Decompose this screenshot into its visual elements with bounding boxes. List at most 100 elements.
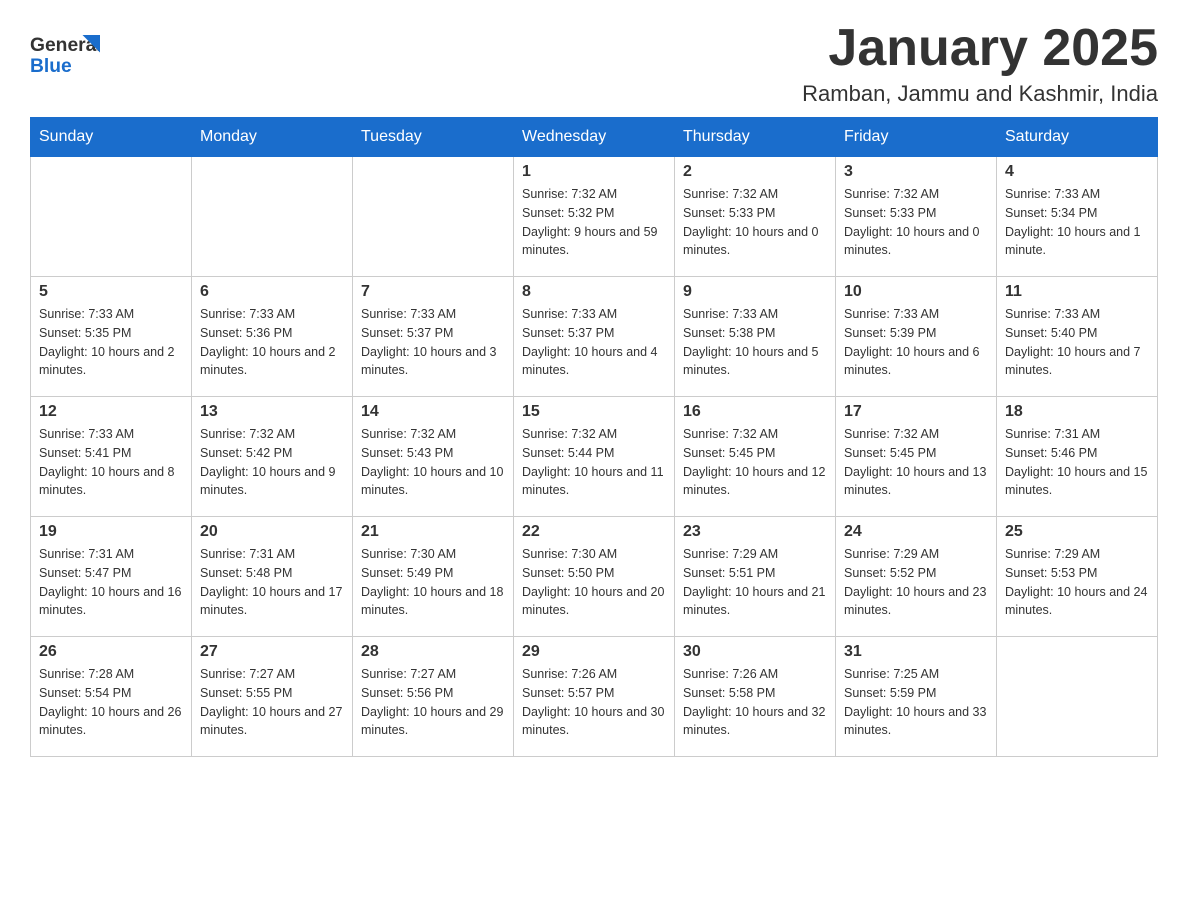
day-number: 1 xyxy=(522,163,666,181)
day-number: 23 xyxy=(683,523,827,541)
day-number: 22 xyxy=(522,523,666,541)
day-info: Sunrise: 7:33 AM Sunset: 5:38 PM Dayligh… xyxy=(683,305,827,380)
day-number: 11 xyxy=(1005,283,1149,301)
day-number: 27 xyxy=(200,643,344,661)
calendar-cell: 4 Sunrise: 7:33 AM Sunset: 5:34 PM Daylig… xyxy=(997,157,1158,277)
calendar-cell xyxy=(192,157,353,277)
calendar-header-thursday: Thursday xyxy=(675,118,836,157)
calendar-cell: 28 Sunrise: 7:27 AM Sunset: 5:56 PM Dayli… xyxy=(353,637,514,757)
calendar-cell: 14 Sunrise: 7:32 AM Sunset: 5:43 PM Dayli… xyxy=(353,397,514,517)
day-number: 17 xyxy=(844,403,988,421)
calendar-cell: 7 Sunrise: 7:33 AM Sunset: 5:37 PM Daylig… xyxy=(353,277,514,397)
calendar-cell: 6Sunrise: 7:33 AM Sunset: 5:36 PM Daylig… xyxy=(192,277,353,397)
calendar-cell: 24 Sunrise: 7:29 AM Sunset: 5:52 PM Dayli… xyxy=(836,517,997,637)
calendar-cell: 22 Sunrise: 7:30 AM Sunset: 5:50 PM Dayli… xyxy=(514,517,675,637)
day-info: Sunrise: 7:29 AM Sunset: 5:52 PM Dayligh… xyxy=(844,545,988,620)
day-info: Sunrise: 7:28 AM Sunset: 5:54 PM Dayligh… xyxy=(39,665,183,740)
calendar-week-2: 5 Sunrise: 7:33 AM Sunset: 5:35 PM Daylig… xyxy=(31,277,1158,397)
day-number: 10 xyxy=(844,283,988,301)
calendar-table: SundayMondayTuesdayWednesdayThursdayFrid… xyxy=(30,117,1158,757)
day-number: 18 xyxy=(1005,403,1149,421)
day-number: 24 xyxy=(844,523,988,541)
calendar-cell: 16Sunrise: 7:32 AM Sunset: 5:45 PM Dayli… xyxy=(675,397,836,517)
day-info: Sunrise: 7:30 AM Sunset: 5:50 PM Dayligh… xyxy=(522,545,666,620)
calendar-cell: 18Sunrise: 7:31 AM Sunset: 5:46 PM Dayli… xyxy=(997,397,1158,517)
calendar-week-5: 26 Sunrise: 7:28 AM Sunset: 5:54 PM Dayli… xyxy=(31,637,1158,757)
page-header: General Blue January 2025 Ramban, Jammu … xyxy=(30,20,1158,107)
calendar-week-3: 12Sunrise: 7:33 AM Sunset: 5:41 PM Dayli… xyxy=(31,397,1158,517)
day-number: 7 xyxy=(361,283,505,301)
calendar-header-saturday: Saturday xyxy=(997,118,1158,157)
calendar-cell: 12Sunrise: 7:33 AM Sunset: 5:41 PM Dayli… xyxy=(31,397,192,517)
calendar-header-wednesday: Wednesday xyxy=(514,118,675,157)
calendar-cell: 1Sunrise: 7:32 AM Sunset: 5:32 PM Daylig… xyxy=(514,157,675,277)
calendar-cell: 13 Sunrise: 7:32 AM Sunset: 5:42 PM Dayli… xyxy=(192,397,353,517)
calendar-cell: 25Sunrise: 7:29 AM Sunset: 5:53 PM Dayli… xyxy=(997,517,1158,637)
day-info: Sunrise: 7:32 AM Sunset: 5:44 PM Dayligh… xyxy=(522,425,666,500)
calendar-cell xyxy=(353,157,514,277)
day-number: 16 xyxy=(683,403,827,421)
day-info: Sunrise: 7:29 AM Sunset: 5:51 PM Dayligh… xyxy=(683,545,827,620)
calendar-cell: 15 Sunrise: 7:32 AM Sunset: 5:44 PM Dayli… xyxy=(514,397,675,517)
day-number: 13 xyxy=(200,403,344,421)
day-info: Sunrise: 7:33 AM Sunset: 5:34 PM Dayligh… xyxy=(1005,185,1149,260)
calendar-cell: 30Sunrise: 7:26 AM Sunset: 5:58 PM Dayli… xyxy=(675,637,836,757)
month-title: January 2025 xyxy=(802,20,1158,77)
calendar-header-row: SundayMondayTuesdayWednesdayThursdayFrid… xyxy=(31,118,1158,157)
day-info: Sunrise: 7:29 AM Sunset: 5:53 PM Dayligh… xyxy=(1005,545,1149,620)
calendar-cell: 11Sunrise: 7:33 AM Sunset: 5:40 PM Dayli… xyxy=(997,277,1158,397)
calendar-header-monday: Monday xyxy=(192,118,353,157)
calendar-cell: 17 Sunrise: 7:32 AM Sunset: 5:45 PM Dayli… xyxy=(836,397,997,517)
logo-icon: General Blue xyxy=(30,25,100,80)
day-number: 6 xyxy=(200,283,344,301)
day-info: Sunrise: 7:25 AM Sunset: 5:59 PM Dayligh… xyxy=(844,665,988,740)
day-number: 15 xyxy=(522,403,666,421)
day-info: Sunrise: 7:33 AM Sunset: 5:37 PM Dayligh… xyxy=(361,305,505,380)
calendar-header-friday: Friday xyxy=(836,118,997,157)
calendar-cell: 19 Sunrise: 7:31 AM Sunset: 5:47 PM Dayli… xyxy=(31,517,192,637)
day-number: 19 xyxy=(39,523,183,541)
calendar-cell: 29 Sunrise: 7:26 AM Sunset: 5:57 PM Dayli… xyxy=(514,637,675,757)
day-number: 5 xyxy=(39,283,183,301)
day-info: Sunrise: 7:33 AM Sunset: 5:37 PM Dayligh… xyxy=(522,305,666,380)
title-block: January 2025 Ramban, Jammu and Kashmir, … xyxy=(802,20,1158,107)
day-info: Sunrise: 7:30 AM Sunset: 5:49 PM Dayligh… xyxy=(361,545,505,620)
day-number: 9 xyxy=(683,283,827,301)
day-info: Sunrise: 7:31 AM Sunset: 5:47 PM Dayligh… xyxy=(39,545,183,620)
day-number: 29 xyxy=(522,643,666,661)
day-number: 14 xyxy=(361,403,505,421)
day-info: Sunrise: 7:33 AM Sunset: 5:41 PM Dayligh… xyxy=(39,425,183,500)
day-number: 31 xyxy=(844,643,988,661)
svg-text:Blue: Blue xyxy=(30,56,72,77)
calendar-cell: 5 Sunrise: 7:33 AM Sunset: 5:35 PM Daylig… xyxy=(31,277,192,397)
day-number: 2 xyxy=(683,163,827,181)
day-info: Sunrise: 7:32 AM Sunset: 5:45 PM Dayligh… xyxy=(844,425,988,500)
day-info: Sunrise: 7:32 AM Sunset: 5:42 PM Dayligh… xyxy=(200,425,344,500)
calendar-cell: 31 Sunrise: 7:25 AM Sunset: 5:59 PM Dayli… xyxy=(836,637,997,757)
day-info: Sunrise: 7:32 AM Sunset: 5:43 PM Dayligh… xyxy=(361,425,505,500)
day-info: Sunrise: 7:27 AM Sunset: 5:55 PM Dayligh… xyxy=(200,665,344,740)
calendar-week-1: 1Sunrise: 7:32 AM Sunset: 5:32 PM Daylig… xyxy=(31,157,1158,277)
day-number: 26 xyxy=(39,643,183,661)
logo: General Blue xyxy=(30,25,100,80)
calendar-cell: 3Sunrise: 7:32 AM Sunset: 5:33 PM Daylig… xyxy=(836,157,997,277)
calendar-cell: 27 Sunrise: 7:27 AM Sunset: 5:55 PM Dayli… xyxy=(192,637,353,757)
day-info: Sunrise: 7:32 AM Sunset: 5:33 PM Dayligh… xyxy=(683,185,827,260)
calendar-cell: 8Sunrise: 7:33 AM Sunset: 5:37 PM Daylig… xyxy=(514,277,675,397)
day-number: 21 xyxy=(361,523,505,541)
calendar-cell: 9 Sunrise: 7:33 AM Sunset: 5:38 PM Daylig… xyxy=(675,277,836,397)
day-info: Sunrise: 7:26 AM Sunset: 5:57 PM Dayligh… xyxy=(522,665,666,740)
day-number: 4 xyxy=(1005,163,1149,181)
calendar-cell: 21 Sunrise: 7:30 AM Sunset: 5:49 PM Dayli… xyxy=(353,517,514,637)
calendar-header-sunday: Sunday xyxy=(31,118,192,157)
day-info: Sunrise: 7:33 AM Sunset: 5:35 PM Dayligh… xyxy=(39,305,183,380)
day-info: Sunrise: 7:26 AM Sunset: 5:58 PM Dayligh… xyxy=(683,665,827,740)
day-info: Sunrise: 7:27 AM Sunset: 5:56 PM Dayligh… xyxy=(361,665,505,740)
calendar-cell xyxy=(31,157,192,277)
calendar-cell xyxy=(997,637,1158,757)
day-number: 28 xyxy=(361,643,505,661)
calendar-week-4: 19 Sunrise: 7:31 AM Sunset: 5:47 PM Dayli… xyxy=(31,517,1158,637)
calendar-cell: 10Sunrise: 7:33 AM Sunset: 5:39 PM Dayli… xyxy=(836,277,997,397)
calendar-cell: 20Sunrise: 7:31 AM Sunset: 5:48 PM Dayli… xyxy=(192,517,353,637)
calendar-header-tuesday: Tuesday xyxy=(353,118,514,157)
